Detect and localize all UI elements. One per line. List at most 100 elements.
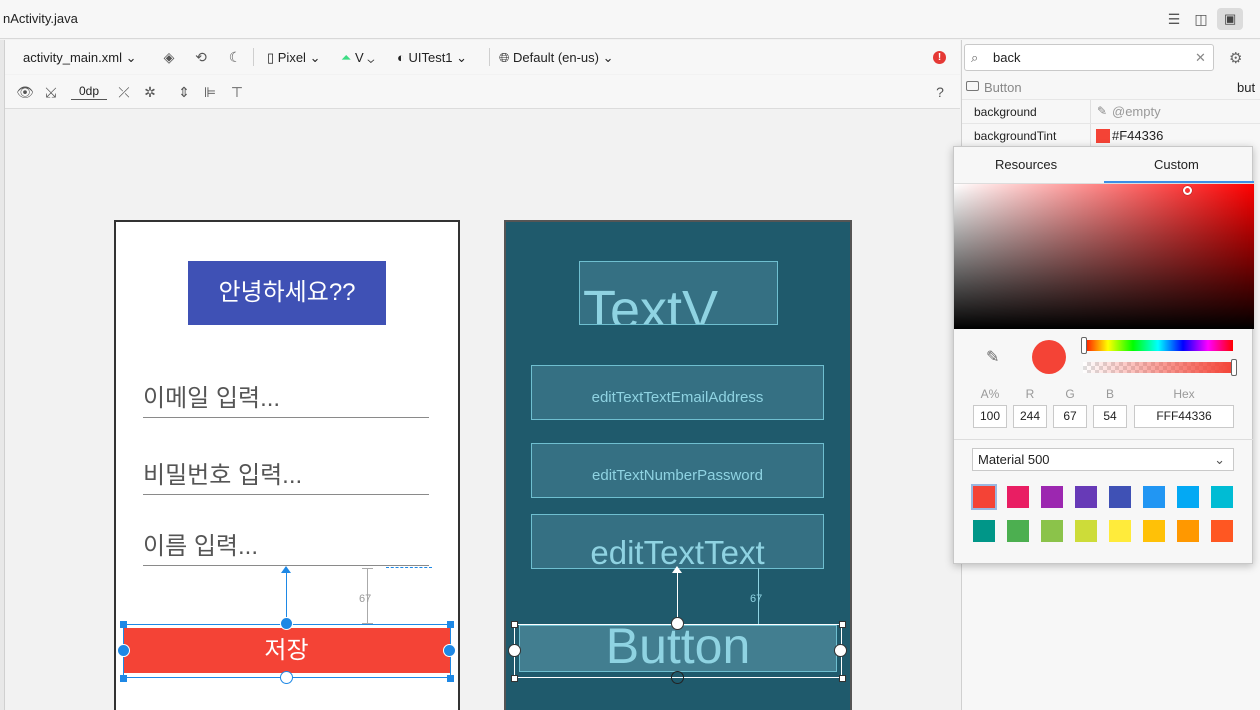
resize-handle[interactable]	[120, 621, 127, 628]
bp-selection-frame	[514, 624, 842, 678]
color-swatch[interactable]	[971, 484, 997, 510]
color-swatch[interactable]	[1007, 486, 1029, 508]
color-swatch[interactable]	[973, 520, 995, 542]
component-header: Button but	[962, 77, 1260, 99]
night-mode-icon[interactable]: ☾	[226, 48, 244, 66]
blueprint-name[interactable]: editTextText	[531, 514, 824, 569]
separator	[489, 48, 490, 66]
margin-tick	[362, 568, 373, 569]
attribute-value[interactable]: @empty	[1112, 104, 1161, 119]
color-picker-popup: Resources Custom ✎ A% R G B Hex 100 244 …	[953, 146, 1254, 565]
design-toolbar: activity_main.xml ⌄ ◈ ⟲ ☾ ▯ Pixel ⌄ ⏶ V …	[5, 40, 960, 74]
resize-handle[interactable]	[447, 621, 454, 628]
color-swatch[interactable]	[1211, 486, 1233, 508]
color-swatch[interactable]	[1007, 520, 1029, 542]
design-view-button[interactable]: ▣	[1217, 8, 1243, 30]
color-swatch[interactable]	[1211, 520, 1233, 542]
bp-right-anchor-handle[interactable]	[834, 644, 847, 657]
bp-resize-handle[interactable]	[511, 675, 518, 682]
button-component-icon	[966, 81, 979, 91]
column-divider	[1090, 100, 1091, 124]
default-margin-button[interactable]: 0dp	[71, 84, 107, 100]
margin-label: 67	[359, 593, 372, 605]
attribute-row-background-tint[interactable]: backgroundTint #F44336	[962, 123, 1260, 148]
color-swatch[interactable]	[1109, 486, 1131, 508]
device-label: Pixel	[277, 50, 306, 65]
blueprint-password[interactable]: editTextNumberPassword	[531, 443, 824, 498]
color-swatch-icon[interactable]	[1096, 129, 1110, 143]
bp-margin-label: 67	[750, 593, 763, 605]
separator	[253, 48, 254, 66]
locale-label: Default (en-us)	[513, 50, 599, 65]
blueprint-textview[interactable]: TextV	[579, 261, 778, 325]
top-anchor-handle[interactable]	[280, 617, 293, 630]
swatch-grid	[954, 147, 1254, 565]
color-swatch[interactable]	[1041, 486, 1063, 508]
color-swatch[interactable]	[1143, 520, 1165, 542]
bp-top-anchor-handle[interactable]	[671, 617, 684, 630]
baseline-guide	[386, 567, 432, 568]
color-swatch[interactable]	[1041, 520, 1063, 542]
android-icon: ⏶	[341, 50, 352, 65]
component-id-label: but	[1237, 80, 1256, 95]
autoconnect-icon[interactable]: ⤩	[42, 83, 60, 101]
title-textview[interactable]: 안녕하세요??	[188, 261, 386, 325]
locale-dropdown[interactable]: 🌐︎ Default (en-us) ⌄	[499, 50, 614, 66]
api-level-dropdown[interactable]: ⏶ V ⌄	[341, 50, 374, 66]
column-divider	[1090, 124, 1091, 148]
password-edittext[interactable]: 비밀번호 입력...	[143, 455, 429, 495]
selection-frame	[123, 624, 451, 678]
bp-resize-handle[interactable]	[511, 621, 518, 628]
orientation-icon[interactable]: ⟲	[192, 48, 210, 66]
left-anchor-handle[interactable]	[117, 644, 130, 657]
name-edittext[interactable]: 이름 입력...	[143, 526, 429, 566]
bp-resize-handle[interactable]	[839, 675, 846, 682]
component-type-label: Button	[984, 80, 1022, 95]
split-view-icon[interactable]: ◫	[1192, 11, 1210, 27]
attribute-search-input[interactable]	[993, 49, 1183, 65]
design-view-icon: ▣	[1224, 11, 1237, 26]
view-options-icon[interactable]: 👁︎	[16, 83, 34, 101]
email-edittext[interactable]: 이메일 입력...	[143, 378, 429, 418]
device-dropdown[interactable]: ▯ Pixel ⌄	[267, 50, 320, 66]
resize-handle[interactable]	[447, 675, 454, 682]
title-bar: nActivity.java ☰ ◫ ▣	[0, 0, 1260, 39]
blueprint-email[interactable]: editTextTextEmailAddress	[531, 365, 824, 420]
clear-constraints-icon[interactable]: ⤫	[115, 83, 133, 101]
editor-tab-title[interactable]: nActivity.java	[3, 11, 78, 26]
bottom-anchor-handle[interactable]	[280, 671, 293, 684]
color-swatch[interactable]	[1177, 486, 1199, 508]
attribute-row-background[interactable]: background ✎ @empty	[962, 99, 1260, 124]
color-swatch[interactable]	[1177, 520, 1199, 542]
bp-left-anchor-handle[interactable]	[508, 644, 521, 657]
attribute-value[interactable]: #F44336	[1112, 128, 1163, 143]
pack-icon[interactable]: ⇕	[175, 83, 193, 101]
constraint-toolbar: 👁︎ ⤩ 0dp ⤫ ✲ ⇕ ⊫ ⊤ ?	[5, 75, 960, 109]
help-icon[interactable]: ?	[931, 83, 949, 101]
layers-icon[interactable]: ◈	[160, 48, 178, 66]
code-view-icon[interactable]: ☰	[1165, 11, 1183, 27]
guidelines-icon[interactable]: ⊤	[228, 83, 246, 101]
align-icon[interactable]: ⊫	[201, 83, 219, 101]
search-icon: ⌕	[971, 50, 979, 65]
gear-icon[interactable]: ⚙	[1229, 49, 1242, 67]
attribute-name: backgroundTint	[974, 129, 1057, 143]
theme-dropdown[interactable]: ◐ UITest1 ⌄	[397, 50, 467, 66]
layout-file-label: activity_main.xml	[23, 50, 122, 65]
error-icon[interactable]: !	[933, 51, 946, 64]
pencil-icon[interactable]: ✎	[1097, 104, 1107, 118]
color-swatch[interactable]	[1109, 520, 1131, 542]
theme-label: UITest1	[408, 50, 453, 65]
resize-handle[interactable]	[120, 675, 127, 682]
right-anchor-handle[interactable]	[443, 644, 456, 657]
color-swatch[interactable]	[1075, 520, 1097, 542]
bp-constraint-arrow-icon	[672, 566, 682, 573]
clear-search-icon[interactable]: ✕	[1195, 50, 1206, 66]
bp-resize-handle[interactable]	[839, 621, 846, 628]
color-swatch[interactable]	[1143, 486, 1165, 508]
color-swatch[interactable]	[1075, 486, 1097, 508]
infer-constraints-icon[interactable]: ✲	[141, 83, 159, 101]
attribute-name: background	[974, 105, 1037, 119]
bp-bottom-anchor-handle[interactable]	[671, 671, 684, 684]
layout-file-dropdown[interactable]: activity_main.xml ⌄	[23, 50, 136, 66]
